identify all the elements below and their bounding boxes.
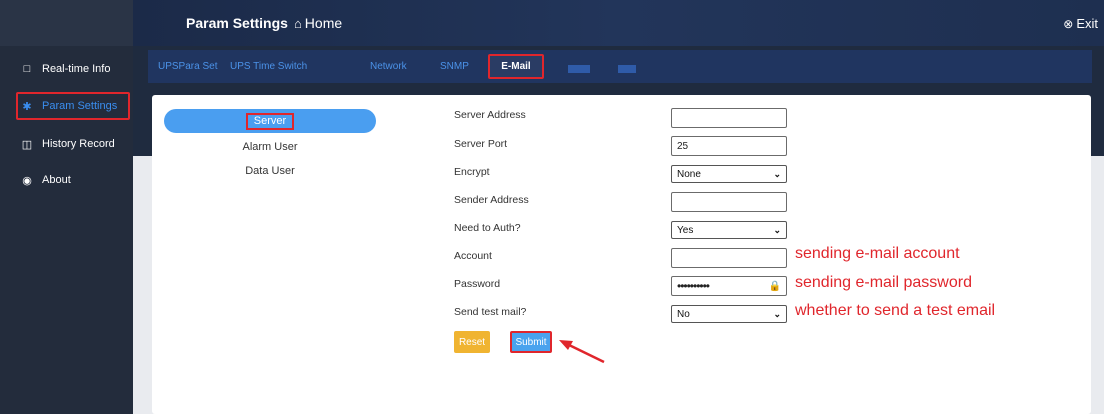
- password-value: ••••••••••: [677, 279, 710, 293]
- account-input[interactable]: [671, 248, 787, 268]
- lock-icon: 🔒: [768, 280, 781, 292]
- server-port-label: Server Port: [454, 138, 508, 150]
- password-input[interactable]: •••••••••• 🔒: [671, 276, 787, 296]
- submenu-item-label: Server: [245, 112, 295, 130]
- tab-email[interactable]: E-Mail: [488, 54, 544, 79]
- history-icon: ◫: [21, 138, 33, 151]
- tab-bar: UPSPara Set UPS Time Switch Network SNMP…: [148, 50, 1092, 83]
- sidebar-item-label: Real-time Info: [42, 63, 111, 75]
- account-annotation: sending e-mail account: [795, 245, 960, 262]
- tab-snmp[interactable]: SNMP: [440, 61, 469, 72]
- encrypt-select-value: None: [677, 168, 701, 180]
- sidebar-item-about[interactable]: ◉ About: [0, 167, 133, 193]
- sidebar-item-realtime-info[interactable]: □ Real-time Info: [0, 56, 133, 82]
- sender-address-input[interactable]: [671, 192, 787, 212]
- test-mail-annotation: whether to send a test email: [795, 302, 996, 319]
- exit-icon: ⊗: [1063, 16, 1074, 31]
- password-label: Password: [454, 278, 501, 290]
- sidebar-item-history-record[interactable]: ◫ History Record: [0, 131, 133, 157]
- submenu-item-data-user[interactable]: Data User: [164, 159, 376, 183]
- sidebar-item-label: History Record: [42, 138, 115, 150]
- arrow-pointer-icon: [559, 340, 605, 364]
- tab-obscured[interactable]: [568, 65, 590, 73]
- need-auth-select[interactable]: Yes ⌄: [671, 221, 787, 239]
- top-header: Param Settings ⌂ Home ⊗ Exit: [133, 0, 1104, 46]
- server-address-label: Server Address: [454, 109, 526, 121]
- monitor-icon: □: [23, 63, 31, 75]
- chevron-down-icon: ⌄: [773, 224, 781, 235]
- server-port-input[interactable]: 25: [671, 136, 787, 156]
- account-label: Account: [454, 250, 492, 262]
- submenu-item-alarm-user[interactable]: Alarm User: [164, 135, 376, 159]
- server-address-input[interactable]: [671, 108, 787, 128]
- tab-upspara-set[interactable]: UPSPara Set: [158, 61, 217, 72]
- settings-panel: Server Alarm User Data User Server Addre…: [152, 95, 1091, 414]
- page-title-text: Param Settings: [186, 15, 288, 31]
- tab-obscured[interactable]: [618, 65, 636, 73]
- send-test-mail-label: Send test mail?: [454, 306, 527, 318]
- exit-label: Exit: [1076, 16, 1098, 31]
- chevron-down-icon: ⌄: [773, 308, 781, 319]
- sidebar-item-label: About: [42, 174, 71, 186]
- send-test-mail-select-value: No: [677, 308, 690, 320]
- tab-network[interactable]: Network: [370, 61, 407, 72]
- about-icon: ◉: [22, 174, 32, 187]
- sender-address-label: Sender Address: [454, 194, 529, 206]
- encrypt-label: Encrypt: [454, 166, 490, 178]
- tab-ups-time-switch[interactable]: UPS Time Switch: [230, 61, 307, 72]
- home-icon[interactable]: ⌂: [294, 16, 302, 31]
- encrypt-select[interactable]: None ⌄: [671, 165, 787, 183]
- chevron-down-icon: ⌄: [773, 168, 781, 179]
- need-auth-label: Need to Auth?: [454, 222, 521, 234]
- send-test-mail-select[interactable]: No ⌄: [671, 305, 787, 323]
- submenu-item-server[interactable]: Server: [164, 109, 376, 133]
- sidebar-logo-area: [0, 0, 133, 46]
- exit-button[interactable]: ⊗ Exit: [1063, 16, 1098, 31]
- submit-button[interactable]: Submit: [510, 331, 552, 353]
- home-link[interactable]: Home: [305, 15, 342, 31]
- password-annotation: sending e-mail password: [795, 274, 972, 291]
- reset-button[interactable]: Reset: [454, 331, 490, 353]
- page-title: Param Settings ⌂ Home: [186, 15, 342, 31]
- sidebar-highlight-frame: [16, 92, 130, 120]
- need-auth-select-value: Yes: [677, 224, 694, 236]
